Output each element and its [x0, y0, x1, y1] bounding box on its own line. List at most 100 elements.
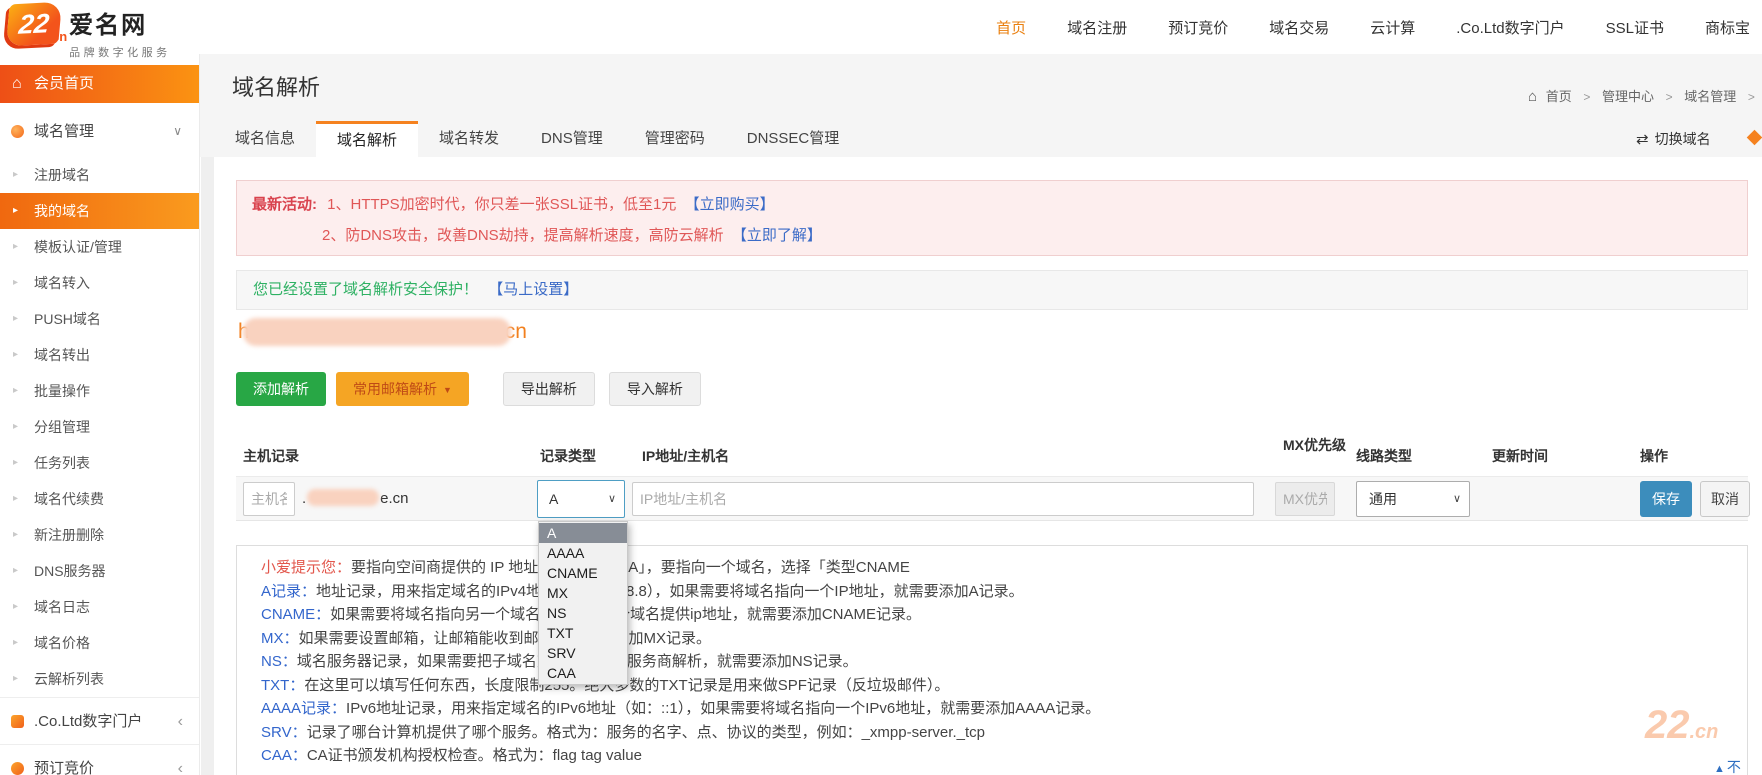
breadcrumb: ⌂ 首页 > 管理中心 > 域名管理 > 我的域名 [1528, 86, 1762, 105]
record-type-option-mx[interactable]: MX [539, 583, 627, 603]
switch-domain-button[interactable]: ⇄ 切换域名 [1636, 121, 1711, 157]
column-header-mx-priority: MX优先级 [1283, 437, 1346, 453]
record-type-option-ns[interactable]: NS [539, 603, 627, 623]
promo-notice: 最新活动: 1、HTTPS加密时代，你只差一张SSL证书，低至1元 【立即购买】… [236, 180, 1748, 256]
breadcrumb-home[interactable]: 首页 [1546, 89, 1572, 104]
buy-now-link[interactable]: 【立即购买】 [685, 196, 775, 213]
content-gutter [201, 157, 214, 775]
topnav-item-preorder-bidding[interactable]: 预订竞价 [1168, 17, 1228, 38]
triangle-right-icon: ▸ [13, 205, 19, 216]
page-title: 域名解析 [232, 75, 321, 100]
sidebar-group-domain-mgmt[interactable]: 域名管理 ∨ [0, 113, 199, 150]
import-records-button[interactable]: 导入解析 [608, 372, 701, 406]
sidebar-item-auction[interactable]: 预订竞价 ‹ [0, 744, 199, 775]
home-icon: ⌂ [1528, 88, 1538, 105]
cancel-button[interactable]: 取消 [1700, 481, 1750, 517]
sidebar-item-dns-servers[interactable]: ▸ DNS服务器 [0, 553, 199, 589]
record-type-help: 小爱提示您：要指向空间商提供的 IP 地址，选择「类型A」，要指向一个域名，选择… [236, 545, 1748, 775]
help-line: CAA：CA证书颁发机构授权检查。格式为：flag tag value [261, 747, 642, 764]
triangle-right-icon: ▸ [13, 637, 19, 648]
sidebar-item-transfer-out[interactable]: ▸ 域名转出 [0, 337, 199, 373]
page-header: 域名解析 ⌂ 首页 > 管理中心 > 域名管理 > 我的域名 域名信息 域名解析… [200, 54, 1762, 157]
sidebar-item-coltd[interactable]: .Co.Ltd数字门户 ‹ [0, 697, 199, 744]
record-type-select[interactable]: A ∨ [537, 480, 625, 518]
sidebar-item-renewal[interactable]: ▸ 域名代续费 [0, 481, 199, 517]
tab-dnssec[interactable]: DNSSEC管理 [726, 121, 861, 157]
site-logo[interactable]: 22 cn 爱名网 品牌数字化服务 [5, 1, 171, 60]
help-line: AAAA记录：IPv6地址记录，用来指定域名的IPv6地址（如：::1），如果需… [261, 700, 1101, 717]
home-icon: ⌂ [12, 75, 22, 92]
setup-now-link[interactable]: 【马上设置】 [488, 281, 578, 298]
triangle-right-icon: ▸ [13, 313, 19, 324]
record-type-option-aaaa[interactable]: AAAA [539, 543, 627, 563]
help-line: MX：如果需要设置邮箱，让邮箱能收到邮件，就需要添加MX记录。 [261, 629, 712, 647]
sidebar-item-my-domains[interactable]: ▸ 我的域名 [0, 193, 199, 229]
promo-line-1: 最新活动: 1、HTTPS加密时代，你只差一张SSL证书，低至1元 【立即购买】 [252, 196, 775, 213]
brand-watermark: 22.cn [1645, 703, 1719, 747]
redaction-blur [242, 318, 511, 346]
tab-dns-management[interactable]: DNS管理 [520, 121, 624, 157]
tab-management-password[interactable]: 管理密码 [624, 121, 726, 157]
breadcrumb-mgmt-center[interactable]: 管理中心 [1602, 89, 1654, 104]
learn-more-link[interactable]: 【立即了解】 [732, 227, 822, 244]
column-header-updated: 更新时间 [1492, 448, 1548, 464]
mail-presets-button[interactable]: 常用邮箱解析 ▼ [336, 372, 469, 406]
sidebar-item-batch-ops[interactable]: ▸ 批量操作 [0, 373, 199, 409]
topnav-item-domain-trading[interactable]: 域名交易 [1269, 17, 1329, 38]
sidebar-item-push-domain[interactable]: ▸ PUSH域名 [0, 301, 199, 337]
sidebar-member-home[interactable]: ⌂ 会员首页 [0, 65, 199, 103]
mx-priority-input [1275, 482, 1335, 516]
tab-domain-info[interactable]: 域名信息 [214, 121, 316, 157]
domain-mgmt-label: 域名管理 [34, 123, 95, 140]
record-type-option-a[interactable]: A [539, 523, 627, 543]
collapse-widget[interactable]: ▲ 不 [1714, 757, 1741, 775]
help-line: NS：域名服务器记录，如果需要把子域名交给其他域名服务商解析，就需要添加NS记录… [261, 653, 858, 670]
record-type-option-caa[interactable]: CAA [539, 663, 627, 683]
triangle-right-icon: ▸ [13, 457, 19, 468]
breadcrumb-separator: > [1665, 90, 1673, 104]
topnav-item-trademark[interactable]: 商标宝 [1705, 17, 1750, 38]
record-type-option-cname[interactable]: CNAME [539, 563, 627, 583]
save-button[interactable]: 保存 [1640, 481, 1692, 517]
tab-domain-forwarding[interactable]: 域名转发 [418, 121, 520, 157]
triangle-right-icon: ▸ [13, 277, 19, 288]
switch-arrows-icon: ⇄ [1636, 131, 1649, 148]
sidebar-item-register-domain[interactable]: ▸ 注册域名 [0, 157, 199, 193]
tab-domain-resolution[interactable]: 域名解析 [316, 121, 419, 157]
logo-tagline: 品牌数字化服务 [69, 47, 171, 59]
record-type-option-txt[interactable]: TXT [539, 623, 627, 643]
sidebar-item-transfer-in[interactable]: ▸ 域名转入 [0, 265, 199, 301]
sidebar-item-domain-logs[interactable]: ▸ 域名日志 [0, 589, 199, 625]
sidebar-item-template-auth[interactable]: ▸ 模板认证/管理 [0, 229, 199, 265]
topnav-item-cloud-computing[interactable]: 云计算 [1370, 17, 1415, 38]
topnav-item-coltd-portal[interactable]: .Co.Ltd数字门户 [1456, 17, 1564, 38]
host-record-input[interactable] [243, 482, 295, 516]
top-nav: 首页 域名注册 预订竞价 域名交易 云计算 .Co.Ltd数字门户 SSL证书 … [996, 0, 1750, 54]
export-records-button[interactable]: 导出解析 [502, 372, 595, 406]
breadcrumb-separator: > [1747, 90, 1755, 104]
add-record-button[interactable]: 添加解析 [236, 372, 326, 406]
member-home-label: 会员首页 [34, 75, 95, 92]
breadcrumb-domain-mgmt[interactable]: 域名管理 [1684, 89, 1736, 104]
sidebar-menu: ▸ 注册域名 ▸ 我的域名 ▸ 模板认证/管理 ▸ 域名转入 ▸ PUSH域名 ▸ 域名转出… [0, 157, 199, 697]
record-type-option-srv[interactable]: SRV [539, 643, 627, 663]
sidebar-item-task-list[interactable]: ▸ 任务列表 [0, 445, 199, 481]
chevron-down-icon: ∨ [607, 493, 616, 505]
sidebar: ⌂ 会员首页 域名管理 ∨ ▸ 注册域名 ▸ 我的域名 ▸ 模板认证/管理 ▸ 域名转入… [0, 54, 200, 775]
sidebar-item-domain-prices[interactable]: ▸ 域名价格 [0, 625, 199, 661]
triangle-right-icon: ▸ [13, 529, 19, 540]
triangle-right-icon: ▸ [13, 673, 19, 684]
column-header-line-type: 线路类型 [1356, 448, 1412, 464]
security-text: 您已经设置了域名解析安全保护！ [253, 281, 479, 298]
record-edit-row: .e.cn A ∨ 通用 ∨ 保存 取消 [236, 476, 1750, 521]
topnav-item-ssl-cert[interactable]: SSL证书 [1606, 17, 1664, 38]
sidebar-item-cloud-dns-list[interactable]: ▸ 云解析列表 [0, 661, 199, 697]
domain-suffix: . e.cn [302, 489, 409, 507]
sidebar-item-new-reg-delete[interactable]: ▸ 新注册删除 [0, 517, 199, 553]
column-header-type: 记录类型 [540, 448, 596, 464]
topnav-item-home[interactable]: 首页 [996, 17, 1026, 38]
topnav-item-domain-register[interactable]: 域名注册 [1067, 17, 1127, 38]
line-type-select[interactable]: 通用 ∨ [1356, 481, 1470, 517]
sidebar-item-group-mgmt[interactable]: ▸ 分组管理 [0, 409, 199, 445]
ip-address-input[interactable] [632, 482, 1254, 516]
